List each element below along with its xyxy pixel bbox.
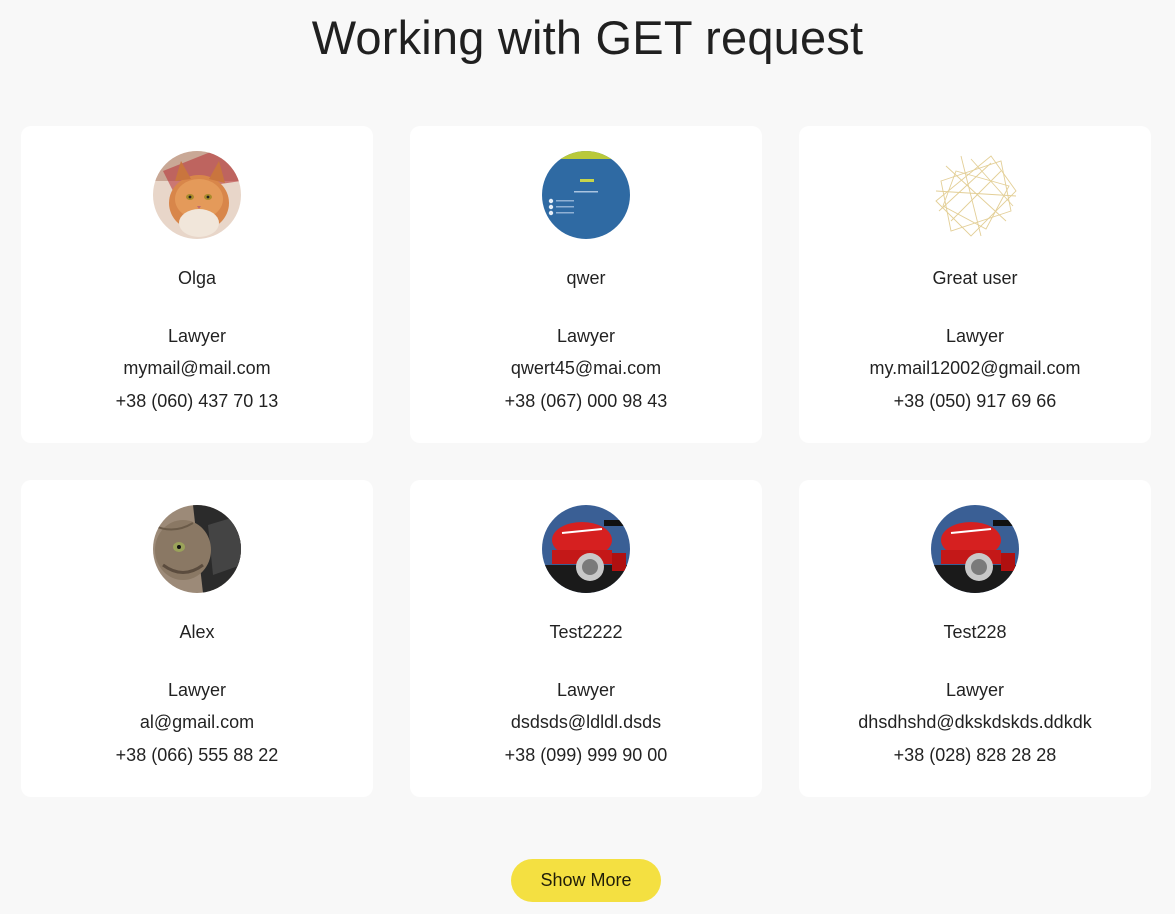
page-title: Working with GET request <box>311 11 864 64</box>
user-email: mymail@mail.com <box>123 358 271 378</box>
gold-lines-avatar <box>931 151 1019 239</box>
user-avatar <box>931 151 1019 239</box>
user-email: dhsdhshd@dkskdskds.ddkdk <box>858 712 1092 732</box>
user-phone: +38 (060) 437 70 13 <box>115 391 279 411</box>
user-card: qwer Lawyer qwert45@mai.com +38 (067) 00… <box>410 126 762 443</box>
screenshot-avatar <box>542 151 630 239</box>
user-name: Alex <box>179 622 215 642</box>
user-name: Test228 <box>943 622 1007 642</box>
user-email: my.mail12002@gmail.com <box>869 358 1081 378</box>
users-grid: Olga Lawyer mymail@mail.com +38 (060) 43… <box>21 126 1151 797</box>
user-position: Lawyer <box>945 326 1005 346</box>
motorcycle-avatar <box>542 505 630 593</box>
cat-photo-avatar <box>153 151 241 239</box>
user-email: dsdsds@ldldl.dsds <box>510 712 662 732</box>
user-position: Lawyer <box>556 680 616 700</box>
user-email: qwert45@mai.com <box>510 358 662 378</box>
show-more-button[interactable]: Show More <box>511 859 661 902</box>
user-card: Test2222 Lawyer dsdsds@ldldl.dsds +38 (0… <box>410 480 762 797</box>
user-card: Olga Lawyer mymail@mail.com +38 (060) 43… <box>21 126 373 443</box>
user-email: al@gmail.com <box>139 712 255 732</box>
user-name: Olga <box>177 268 217 288</box>
user-position: Lawyer <box>556 326 616 346</box>
user-phone: +38 (028) 828 28 28 <box>893 745 1057 765</box>
user-name: qwer <box>566 268 606 288</box>
user-phone: +38 (066) 555 88 22 <box>115 745 279 765</box>
motorcycle-avatar <box>931 505 1019 593</box>
user-avatar <box>153 151 241 239</box>
user-name: Test2222 <box>549 622 623 642</box>
user-position: Lawyer <box>945 680 1005 700</box>
user-avatar <box>153 505 241 593</box>
user-card: Great user Lawyer my.mail12002@gmail.com… <box>799 126 1151 443</box>
user-phone: +38 (050) 917 69 66 <box>893 391 1057 411</box>
user-phone: +38 (099) 999 90 00 <box>504 745 668 765</box>
user-avatar <box>931 505 1019 593</box>
user-avatar <box>542 505 630 593</box>
user-position: Lawyer <box>167 326 227 346</box>
user-position: Lawyer <box>167 680 227 700</box>
user-card: Test228 Lawyer dhsdhshd@dkskdskds.ddkdk … <box>799 480 1151 797</box>
cat-photo-2-avatar <box>153 505 241 593</box>
user-avatar <box>542 151 630 239</box>
user-phone: +38 (067) 000 98 43 <box>504 391 668 411</box>
user-card: Alex Lawyer al@gmail.com +38 (066) 555 8… <box>21 480 373 797</box>
user-name: Great user <box>932 268 1018 288</box>
